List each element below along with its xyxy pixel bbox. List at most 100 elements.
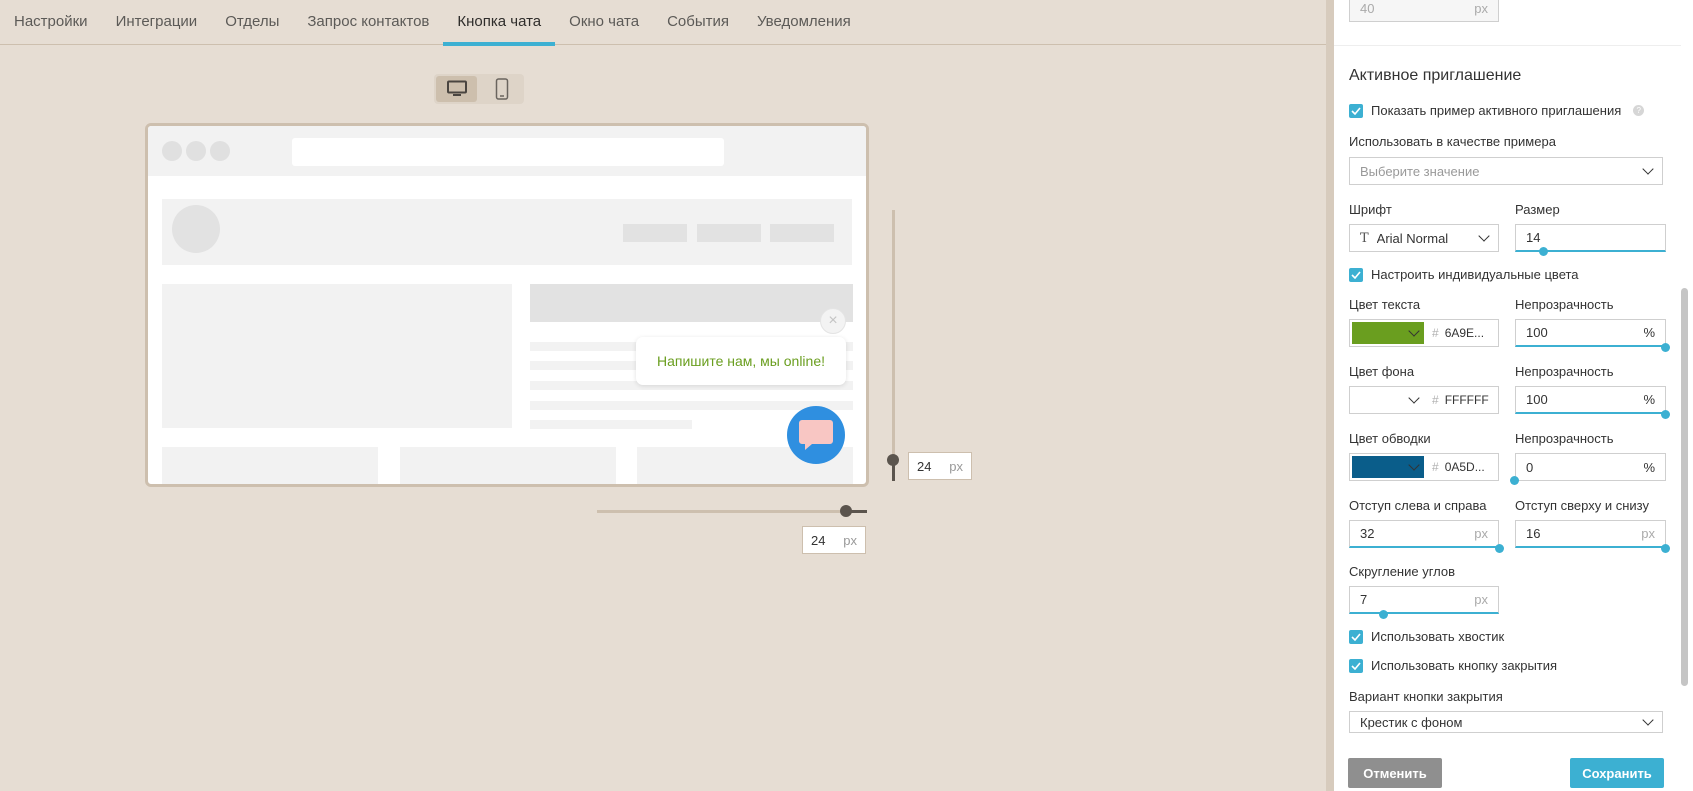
text-opacity-handle[interactable] xyxy=(1661,343,1670,352)
panel-scrollbar[interactable] xyxy=(1681,288,1688,686)
border-opacity-label: Непрозрачность xyxy=(1515,431,1614,446)
save-button[interactable]: Сохранить xyxy=(1570,758,1664,788)
show-example-checkbox[interactable] xyxy=(1349,103,1363,118)
window-dot xyxy=(210,141,230,161)
tab-chat-window[interactable]: Окно чата xyxy=(555,0,653,45)
tab-settings[interactable]: Настройки xyxy=(14,0,102,45)
font-value: Arial Normal xyxy=(1376,230,1449,246)
px-unit: px xyxy=(1474,526,1488,541)
padding-tb-handle[interactable] xyxy=(1661,544,1670,553)
check-icon xyxy=(1351,270,1361,279)
size-slider-handle[interactable] xyxy=(1539,247,1548,256)
mobile-view-button[interactable] xyxy=(481,76,522,102)
invite-close-button[interactable]: × xyxy=(820,308,846,334)
text-color-picker[interactable]: # 6A9E... xyxy=(1349,319,1499,347)
radius-value: 7 xyxy=(1360,592,1368,607)
close-icon: × xyxy=(828,312,838,329)
tab-notifications[interactable]: Уведомления xyxy=(743,0,865,45)
horizontal-offset-slider[interactable] xyxy=(597,510,867,513)
size-input[interactable]: 14 xyxy=(1515,224,1666,252)
vertical-offset-unit: px xyxy=(949,458,963,474)
desktop-icon xyxy=(446,80,467,96)
padding-lr-handle[interactable] xyxy=(1495,544,1504,553)
hash-icon: # xyxy=(1432,393,1439,407)
use-as-example-placeholder: Выберите значение xyxy=(1360,163,1480,179)
chevron-down-icon xyxy=(1642,714,1654,726)
bg-color-swatch[interactable] xyxy=(1352,389,1424,411)
bg-opacity-handle[interactable] xyxy=(1661,410,1670,419)
border-color-swatch[interactable] xyxy=(1352,456,1424,478)
address-bar xyxy=(292,138,724,166)
browser-toolbar xyxy=(148,126,866,176)
horizontal-offset-input[interactable]: 24 px xyxy=(802,526,866,554)
chevron-down-icon xyxy=(1408,459,1420,471)
desktop-view-button[interactable] xyxy=(436,76,477,102)
chevron-down-icon xyxy=(1408,392,1420,404)
use-as-example-select[interactable]: Выберите значение xyxy=(1349,157,1663,185)
window-dot xyxy=(162,141,182,161)
radius-input[interactable]: 7 px xyxy=(1349,586,1499,614)
active-invitation[interactable]: Напишите нам, мы online! xyxy=(636,337,846,385)
radius-handle[interactable] xyxy=(1379,610,1388,619)
custom-colors-label: Настроить индивидуальные цвета xyxy=(1371,267,1579,282)
text-color-swatch[interactable] xyxy=(1352,322,1424,344)
padding-lr-input[interactable]: 32 px xyxy=(1349,520,1499,548)
vertical-offset-slider[interactable] xyxy=(892,210,895,475)
text-color-hex[interactable]: 6A9E... xyxy=(1445,326,1484,340)
placeholder-card xyxy=(400,447,616,484)
tab-chat-button[interactable]: Кнопка чата xyxy=(443,0,555,46)
tab-integrations[interactable]: Интеграции xyxy=(102,0,212,45)
radius-label: Скругление углов xyxy=(1349,564,1456,579)
text-opacity-input[interactable]: 100 % xyxy=(1515,319,1666,347)
border-color-hex[interactable]: 0A5D... xyxy=(1445,460,1485,474)
bg-color-label: Цвет фона xyxy=(1349,364,1415,379)
top-field-input[interactable]: 40 px xyxy=(1349,0,1499,22)
section-title: Активное приглашение xyxy=(1349,67,1522,84)
help-icon[interactable]: ? xyxy=(1633,105,1645,116)
bg-color-picker[interactable]: # FFFFFF xyxy=(1349,386,1499,414)
px-unit: px xyxy=(1474,592,1488,607)
horizontal-offset-value: 24 xyxy=(811,532,826,548)
horizontal-offset-handle[interactable] xyxy=(840,505,852,517)
bg-opacity-input[interactable]: 100 % xyxy=(1515,386,1666,414)
cancel-button[interactable]: Отменить xyxy=(1348,758,1442,788)
vertical-offset-handle[interactable] xyxy=(887,454,899,466)
placeholder-title xyxy=(530,284,853,322)
border-color-label: Цвет обводки xyxy=(1349,431,1431,446)
close-variant-select[interactable]: Крестик с фоном xyxy=(1349,711,1663,733)
show-example-row[interactable]: Показать пример активного приглашения ? xyxy=(1349,103,1645,118)
font-select[interactable]: T Arial Normal xyxy=(1349,224,1499,252)
chat-button[interactable] xyxy=(787,406,845,464)
border-opacity-input[interactable]: 0 % xyxy=(1515,453,1666,481)
font-icon: T xyxy=(1360,230,1369,246)
tab-departments[interactable]: Отделы xyxy=(211,0,293,45)
bg-opacity-label: Непрозрачность xyxy=(1515,364,1614,379)
custom-colors-checkbox[interactable] xyxy=(1349,267,1363,282)
border-color-picker[interactable]: # 0A5D... xyxy=(1349,453,1499,481)
top-field-unit: px xyxy=(1474,0,1488,16)
percent-unit: % xyxy=(1643,325,1655,340)
chevron-down-icon xyxy=(1642,163,1654,175)
border-opacity-handle[interactable] xyxy=(1510,476,1519,485)
bg-color-hex[interactable]: FFFFFF xyxy=(1445,393,1489,407)
tab-contact-request[interactable]: Запрос контактов xyxy=(293,0,443,45)
hash-icon: # xyxy=(1432,326,1439,340)
use-close-checkbox[interactable] xyxy=(1349,658,1363,673)
vertical-offset-input[interactable]: 24 px xyxy=(908,452,972,480)
padding-tb-input[interactable]: 16 px xyxy=(1515,520,1666,548)
font-label: Шрифт xyxy=(1349,202,1392,217)
device-switch xyxy=(434,74,524,104)
vertical-offset-value: 24 xyxy=(917,458,932,474)
padding-lr-label: Отступ слева и справа xyxy=(1349,498,1487,513)
placeholder-nav-item xyxy=(623,224,687,242)
window-dot xyxy=(186,141,206,161)
custom-colors-row[interactable]: Настроить индивидуальные цвета xyxy=(1349,267,1579,282)
placeholder-card xyxy=(162,447,378,484)
chevron-down-icon xyxy=(1478,230,1490,242)
use-close-row[interactable]: Использовать кнопку закрытия xyxy=(1349,658,1557,673)
use-tail-checkbox[interactable] xyxy=(1349,629,1363,644)
placeholder-image xyxy=(162,284,512,428)
placeholder-nav-item xyxy=(697,224,761,242)
tab-events[interactable]: События xyxy=(653,0,743,45)
use-tail-row[interactable]: Использовать хвостик xyxy=(1349,629,1504,644)
